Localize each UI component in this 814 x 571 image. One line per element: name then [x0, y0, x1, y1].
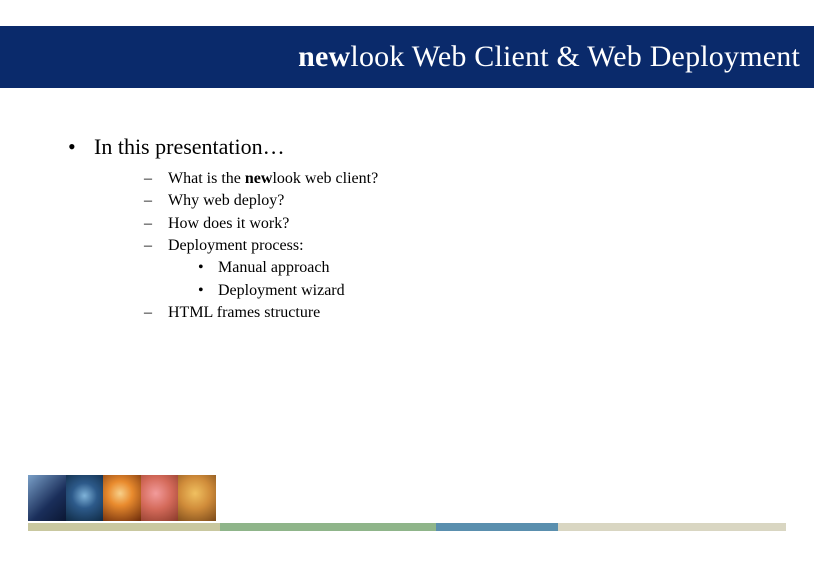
footer-thumb [178, 475, 216, 521]
footer-thumb [141, 475, 179, 521]
lvl3-group: Manual approach Deployment wizard [198, 257, 774, 301]
footer-bar [436, 523, 558, 531]
lvl2-text-prefix: What is the [168, 170, 245, 187]
footer-image-strip [28, 475, 216, 521]
footer-bar [220, 523, 436, 531]
slide-content: In this presentation… What is the newloo… [68, 132, 774, 325]
footer [28, 475, 786, 531]
footer-thumb [103, 475, 141, 521]
lvl2-group: What is the newlook web client? Why web … [144, 168, 774, 324]
title-rest: look Web Client & Web Deployment [350, 40, 800, 73]
bullet-lvl3: Deployment wizard [198, 280, 774, 302]
lvl2-text: Why web deploy? [168, 192, 284, 209]
bullet-lvl2: What is the newlook web client? [144, 168, 774, 190]
footer-thumb [28, 475, 66, 521]
title-bar: newlook Web Client & Web Deployment [0, 26, 814, 88]
lvl2-text: Deployment process: [168, 237, 304, 254]
lvl2-text: How does it work? [168, 215, 289, 232]
lvl2-text: HTML frames structure [168, 304, 320, 321]
bullet-lvl1: In this presentation… What is the newloo… [68, 132, 774, 324]
footer-bar [28, 523, 220, 531]
bullet-lvl2: Deployment process: Manual approach Depl… [144, 235, 774, 301]
bullet-lvl3: Manual approach [198, 257, 774, 279]
lvl1-text: In this presentation… [94, 134, 285, 159]
footer-thumb [66, 475, 104, 521]
bullet-lvl2: HTML frames structure [144, 302, 774, 324]
lvl2-text-bold: new [245, 170, 273, 187]
lvl3-text: Manual approach [218, 259, 330, 276]
slide-title: newlook Web Client & Web Deployment [298, 40, 800, 74]
footer-bar [558, 523, 786, 531]
bullet-lvl2: How does it work? [144, 213, 774, 235]
lvl2-text-suffix: look web client? [272, 170, 378, 187]
lvl3-text: Deployment wizard [218, 282, 345, 299]
bullet-lvl2: Why web deploy? [144, 190, 774, 212]
footer-color-bars [28, 523, 786, 531]
title-bold-prefix: new [298, 40, 350, 73]
